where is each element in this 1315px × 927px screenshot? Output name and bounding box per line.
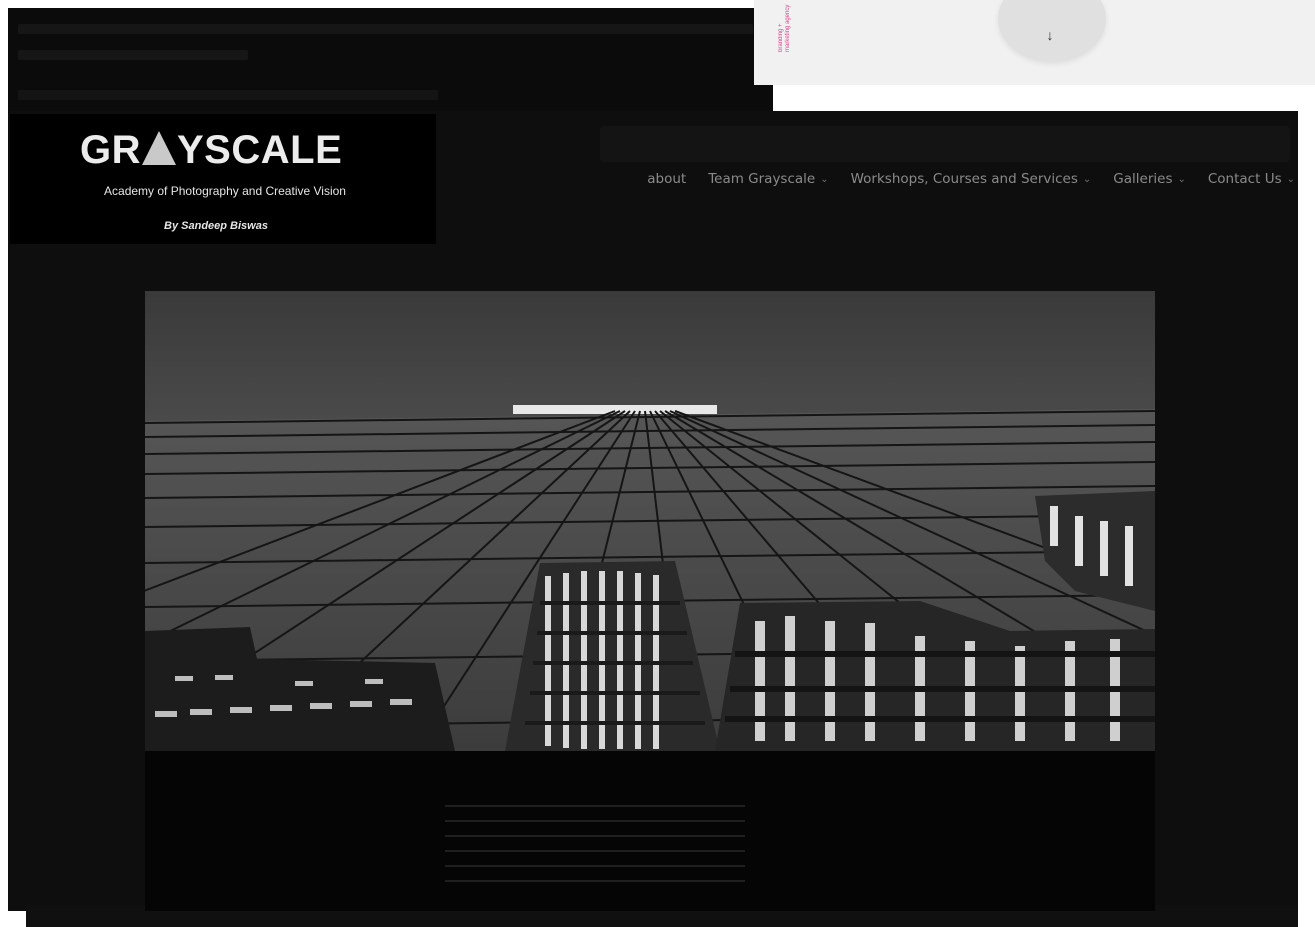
logo-tagline: Academy of Photography and Creative Visi… [104, 184, 346, 198]
logo-text-end: YSCALE [177, 128, 343, 172]
skyscraper-photo [145, 291, 1155, 911]
arrow-down-icon[interactable]: ↓ [1041, 26, 1059, 44]
chevron-down-icon: ⌄ [1082, 173, 1092, 185]
nav-item-contact-us[interactable]: Contact Us ⌄ [1208, 171, 1295, 187]
nav-item-workshops[interactable]: Workshops, Courses and Services ⌄ [851, 171, 1092, 187]
nav-item-about[interactable]: about [647, 171, 686, 187]
logo-wordmark: GR YSCALE [80, 128, 380, 178]
nav-item-label: Workshops, Courses and Services [850, 171, 1078, 187]
main-nav: about Team Grayscale ⌄ Workshops, Course… [600, 168, 1295, 190]
blurred-text-line [18, 24, 753, 34]
background-text-strip [8, 8, 773, 113]
chevron-down-icon: ⌄ [820, 173, 829, 185]
blurred-text-line [18, 90, 438, 100]
agency-tag[interactable]: branding + marketing agency [778, 0, 798, 52]
triangle-icon [142, 131, 176, 165]
nav-item-galleries[interactable]: Galleries ⌄ [1113, 171, 1186, 187]
nav-item-label: Team Grayscale [708, 171, 816, 187]
header-blurred-band [600, 126, 1290, 162]
blurred-text-line [18, 50, 248, 60]
chevron-down-icon: ⌄ [1286, 173, 1295, 185]
hero-photo [145, 291, 1155, 911]
nav-item-label: Galleries [1113, 171, 1173, 187]
nav-item-team-grayscale[interactable]: Team Grayscale ⌄ [708, 171, 828, 187]
chevron-down-icon: ⌄ [1177, 173, 1186, 185]
logo-text-start: GR [80, 128, 141, 172]
nav-item-label: Contact Us [1207, 171, 1282, 187]
nav-item-label: about [647, 171, 687, 187]
logo-byline: By Sandeep Biswas [164, 220, 268, 232]
